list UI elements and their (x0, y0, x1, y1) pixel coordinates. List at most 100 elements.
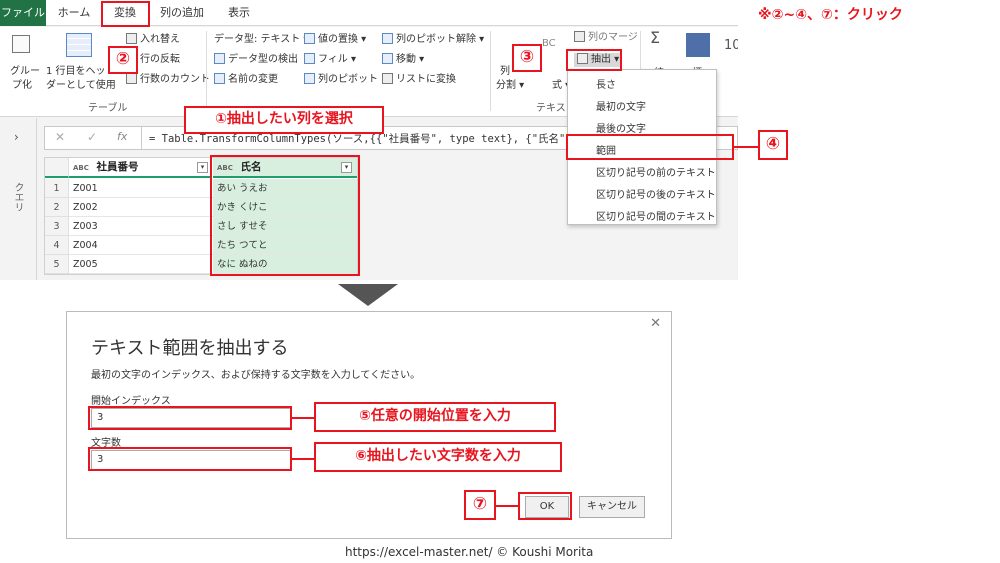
table-group-label: テーブル (88, 103, 128, 114)
standard-icon (686, 33, 710, 57)
table-cell-employee-id[interactable]: Z001 (69, 179, 213, 198)
column-header-label: 社員番号 (96, 161, 139, 173)
move-label: 移動 (396, 54, 416, 65)
dialog-title: テキスト範囲を抽出する (91, 338, 289, 359)
transpose-button[interactable]: 入れ替え (126, 33, 180, 47)
replace-values-label: 値の置換 (318, 34, 358, 45)
rename-icon (214, 73, 225, 84)
highlight-name-column (210, 155, 360, 276)
column-header-employee-id[interactable]: ABC 社員番号 ▾ (69, 158, 212, 178)
transpose-icon (126, 33, 137, 44)
tab-file[interactable]: ファイル (0, 0, 46, 26)
unpivot-label: 列のピボット解除 (396, 34, 476, 45)
use-first-row-label-1[interactable]: 1 行目をヘッ (46, 65, 106, 79)
step-4-callout: ④ (758, 130, 788, 160)
highlight-start-input (88, 406, 292, 430)
cancel-icon[interactable]: ✕ (55, 130, 65, 144)
rename-label: 名前の変更 (228, 74, 278, 85)
tab-add-column[interactable]: 列の追加 (154, 0, 210, 26)
callout-line (734, 146, 758, 148)
tab-home[interactable]: ホーム (52, 0, 96, 26)
menu-item-last-characters[interactable]: 最後の文字 (596, 120, 646, 135)
expand-chevron-icon[interactable]: › (14, 130, 19, 144)
text-type-icon[interactable]: ABC (73, 164, 89, 172)
step-2-callout: ② (108, 46, 138, 74)
detect-type-button[interactable]: データ型の検出 (214, 53, 298, 67)
row-number[interactable]: 3 (45, 217, 69, 236)
step-5-callout: ⑤任意の開始位置を入力 (314, 402, 556, 432)
group-by-label-2[interactable]: プ化 (12, 79, 32, 93)
to-list-icon (382, 73, 393, 84)
row-number[interactable]: 1 (45, 179, 69, 198)
split-column-label-2: 分割 (496, 80, 516, 91)
filter-dropdown-icon[interactable]: ▾ (197, 162, 208, 173)
transpose-label: 入れ替え (140, 34, 180, 45)
query-pane[interactable]: › クエリ (0, 118, 37, 280)
detect-type-label: データ型の検出 (228, 54, 298, 65)
count-rows-button[interactable]: 行数のカウント (126, 73, 210, 87)
step-7-callout: ⑦ (464, 490, 496, 520)
menu-item-text-before-delimiter[interactable]: 区切り記号の前のテキスト (596, 164, 716, 179)
split-column-label-1[interactable]: 列 (500, 65, 510, 79)
split-column-button[interactable]: 分割 ▾ (496, 79, 524, 93)
down-arrow-icon (338, 284, 398, 306)
use-first-row-label-2[interactable]: ダーとして使用 (46, 79, 116, 93)
pivot-icon (304, 73, 315, 84)
fill-button[interactable]: フィル ▾ (304, 53, 356, 67)
credit-text: https://excel-master.net/ © Koushi Morit… (345, 545, 594, 559)
instruction-note: ※②~④、⑦：クリック (758, 7, 903, 23)
callout-line (292, 417, 314, 419)
row-number[interactable]: 4 (45, 236, 69, 255)
menu-item-text-after-delimiter[interactable]: 区切り記号の後のテキスト (596, 186, 716, 201)
pivot-button[interactable]: 列のピボット (304, 73, 378, 87)
menu-item-text-between-delimiters[interactable]: 区切り記号の間のテキスト (596, 208, 716, 223)
menu-item-length[interactable]: 長さ (596, 76, 616, 91)
ribbon-separator (490, 31, 491, 111)
close-icon[interactable]: ✕ (650, 316, 661, 331)
count-rows-label: 行数のカウント (140, 74, 210, 85)
unpivot-button[interactable]: 列のピボット解除 ▾ (382, 33, 484, 47)
data-type-dropdown[interactable]: データ型: テキスト ▾ (214, 33, 308, 47)
use-first-row-icon (66, 33, 92, 57)
to-list-button[interactable]: リストに変換 (382, 73, 456, 87)
rename-button[interactable]: 名前の変更 (214, 73, 278, 87)
detect-type-icon (214, 53, 225, 64)
fill-label: フィル (318, 54, 348, 65)
count-rows-icon (126, 73, 137, 84)
format-icon: BC (542, 38, 556, 49)
group-by-label-1[interactable]: グルー (10, 65, 40, 79)
ribbon-separator (206, 31, 207, 111)
row-number[interactable]: 2 (45, 198, 69, 217)
move-button[interactable]: 移動 ▾ (382, 53, 424, 67)
callout-line (496, 505, 518, 507)
move-icon (382, 53, 393, 64)
replace-values-icon (304, 33, 315, 44)
step-1-callout: ①抽出したい列を選択 (184, 106, 384, 134)
table-cell-employee-id[interactable]: Z005 (69, 255, 213, 274)
step-6-callout: ⑥抽出したい文字数を入力 (314, 442, 562, 472)
menu-item-first-characters[interactable]: 最初の文字 (596, 98, 646, 113)
formula-divider (141, 127, 142, 149)
to-list-label: リストに変換 (396, 74, 456, 85)
unpivot-icon (382, 33, 393, 44)
step-3-callout: ③ (512, 44, 542, 72)
start-index-label: 開始インデックス (91, 396, 171, 407)
table-menu-icon[interactable] (45, 158, 69, 178)
confirm-icon[interactable]: ✓ (87, 130, 97, 144)
fx-icon: fx (117, 130, 128, 143)
scientific-label[interactable]: 10 (724, 39, 738, 53)
replace-values-button[interactable]: 値の置換 ▾ (304, 33, 366, 47)
data-type-label: データ型: テキスト (214, 34, 301, 45)
row-number[interactable]: 5 (45, 255, 69, 274)
merge-columns-icon (574, 31, 585, 42)
query-pane-label: クエリ (12, 182, 23, 212)
table-cell-employee-id[interactable]: Z003 (69, 217, 213, 236)
table-cell-employee-id[interactable]: Z004 (69, 236, 213, 255)
table-cell-employee-id[interactable]: Z002 (69, 198, 213, 217)
merge-columns-button[interactable]: 列のマージ (574, 31, 638, 45)
callout-line (292, 458, 314, 460)
highlight-extract-button (566, 49, 622, 71)
tab-view[interactable]: 表示 (218, 0, 260, 26)
cancel-button[interactable]: キャンセル (579, 496, 645, 518)
reverse-rows-label: 行の反転 (140, 54, 180, 65)
